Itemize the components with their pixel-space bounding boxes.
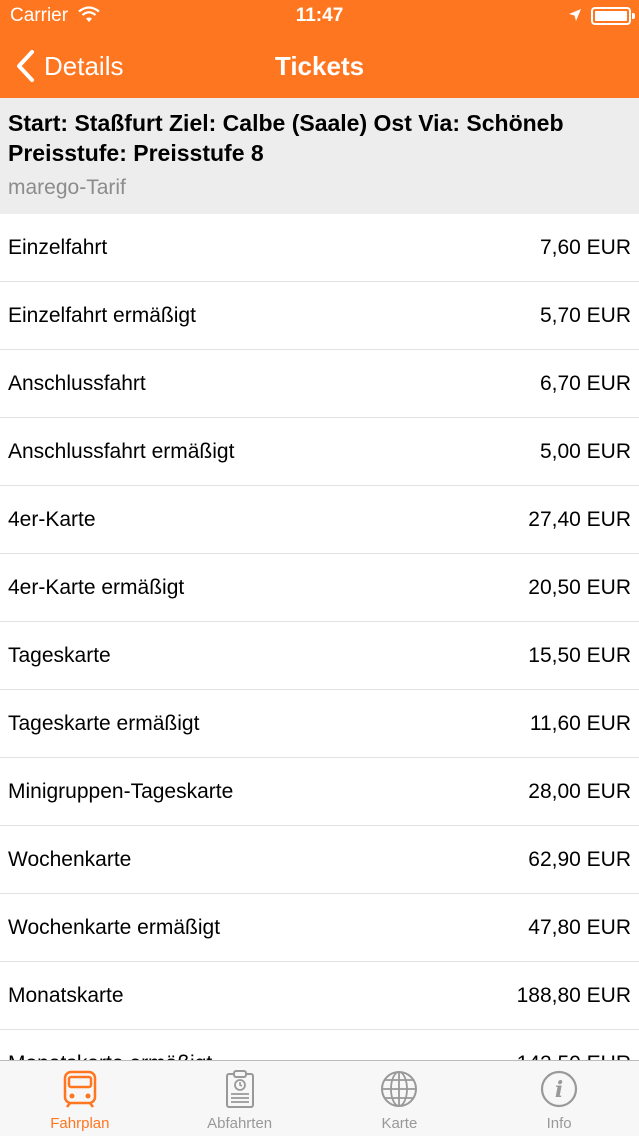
- ticket-name: Wochenkarte: [8, 847, 132, 871]
- list-item: Tageskarte ermäßigt 11,60 EUR: [0, 690, 639, 758]
- tab-label: Abfahrten: [207, 1115, 273, 1132]
- ticket-name: Monatskarte: [8, 983, 124, 1007]
- list-item: Anschlussfahrt ermäßigt 5,00 EUR: [0, 418, 639, 486]
- ticket-price: 27,40 EUR: [528, 507, 631, 531]
- status-time: 11:47: [295, 5, 344, 26]
- info-icon: i: [541, 1070, 578, 1108]
- list-item: Monatskarte 188,80 EUR: [0, 962, 639, 1030]
- page-title: Tickets: [274, 51, 365, 81]
- ticket-price: 47,80 EUR: [528, 915, 631, 939]
- ticket-name: Monatskarte ermäßigt: [8, 1052, 212, 1061]
- tab-karte[interactable]: Karte: [320, 1061, 480, 1136]
- ticket-name: Einzelfahrt: [8, 235, 108, 259]
- list-item: Minigruppen-Tageskarte 28,00 EUR: [0, 758, 639, 826]
- route-info: Start: Staßfurt Ziel: Calbe (Saale) Ost …: [8, 110, 564, 136]
- list-item: Anschlussfahrt 6,70 EUR: [0, 350, 639, 418]
- tab-label: Fahrplan: [50, 1115, 110, 1132]
- globe-icon: [381, 1071, 418, 1107]
- tab-label: Karte: [381, 1115, 418, 1132]
- svg-text:i: i: [555, 1077, 563, 1103]
- ticket-name: Anschlussfahrt: [8, 371, 146, 395]
- tarif-name: marego-Tarif: [8, 176, 126, 199]
- list-item: Wochenkarte 62,90 EUR: [0, 826, 639, 894]
- battery-icon: [591, 7, 635, 25]
- ticket-price: 62,90 EUR: [528, 847, 631, 871]
- status-bar: Carrier 11:47: [0, 0, 639, 34]
- ticket-name: Einzelfahrt ermäßigt: [8, 303, 196, 327]
- ticket-price: 7,60 EUR: [539, 235, 631, 259]
- price-level: Preisstufe: Preisstufe 8: [8, 140, 264, 166]
- clipboard-clock-icon: [225, 1070, 254, 1108]
- list-item: Monatskarte ermäßigt 142,50 EUR: [0, 1030, 639, 1061]
- ticket-name: 4er-Karte: [8, 507, 96, 531]
- tab-fahrplan[interactable]: Fahrplan: [0, 1061, 160, 1136]
- ticket-list[interactable]: Einzelfahrt 7,60 EUR Einzelfahrt ermäßigt…: [0, 214, 639, 1060]
- ticket-price: 11,60 EUR: [529, 711, 631, 735]
- list-item: Einzelfahrt 7,60 EUR: [0, 214, 639, 282]
- ticket-price: 5,70 EUR: [539, 303, 631, 327]
- navigation-bar: Carrier 11:47 Details Tickets: [0, 0, 639, 98]
- ticket-price: 6,70 EUR: [539, 371, 631, 395]
- ticket-name: Tageskarte ermäßigt: [8, 711, 200, 735]
- ticket-price: 188,80 EUR: [516, 983, 631, 1007]
- list-item: Einzelfahrt ermäßigt 5,70 EUR: [0, 282, 639, 350]
- list-item: Tageskarte 15,50 EUR: [0, 622, 639, 690]
- list-item: Wochenkarte ermäßigt 47,80 EUR: [0, 894, 639, 962]
- ticket-price: 20,50 EUR: [528, 575, 631, 599]
- tab-label: Info: [546, 1115, 572, 1132]
- train-icon: [63, 1070, 97, 1108]
- list-item: 4er-Karte 27,40 EUR: [0, 486, 639, 554]
- tab-info[interactable]: i Info: [479, 1061, 639, 1136]
- route-header: Start: Staßfurt Ziel: Calbe (Saale) Ost …: [0, 98, 639, 214]
- tab-bar: Fahrplan Abfahrten Karte i Info: [0, 1060, 639, 1136]
- ticket-name: Minigruppen-Tageskarte: [8, 779, 234, 803]
- ticket-price: 15,50 EUR: [528, 643, 631, 667]
- tab-abfahrten[interactable]: Abfahrten: [160, 1061, 320, 1136]
- ticket-name: 4er-Karte ermäßigt: [8, 575, 185, 599]
- list-item: 4er-Karte ermäßigt 20,50 EUR: [0, 554, 639, 622]
- ticket-price: 5,00 EUR: [539, 439, 631, 463]
- ticket-price: 28,00 EUR: [528, 779, 631, 803]
- ticket-price: 142,50 EUR: [517, 1052, 631, 1061]
- location-arrow-icon: [569, 9, 581, 21]
- ticket-name: Tageskarte: [8, 643, 111, 667]
- ticket-name: Wochenkarte ermäßigt: [8, 915, 221, 939]
- ticket-name: Anschlussfahrt ermäßigt: [8, 439, 235, 463]
